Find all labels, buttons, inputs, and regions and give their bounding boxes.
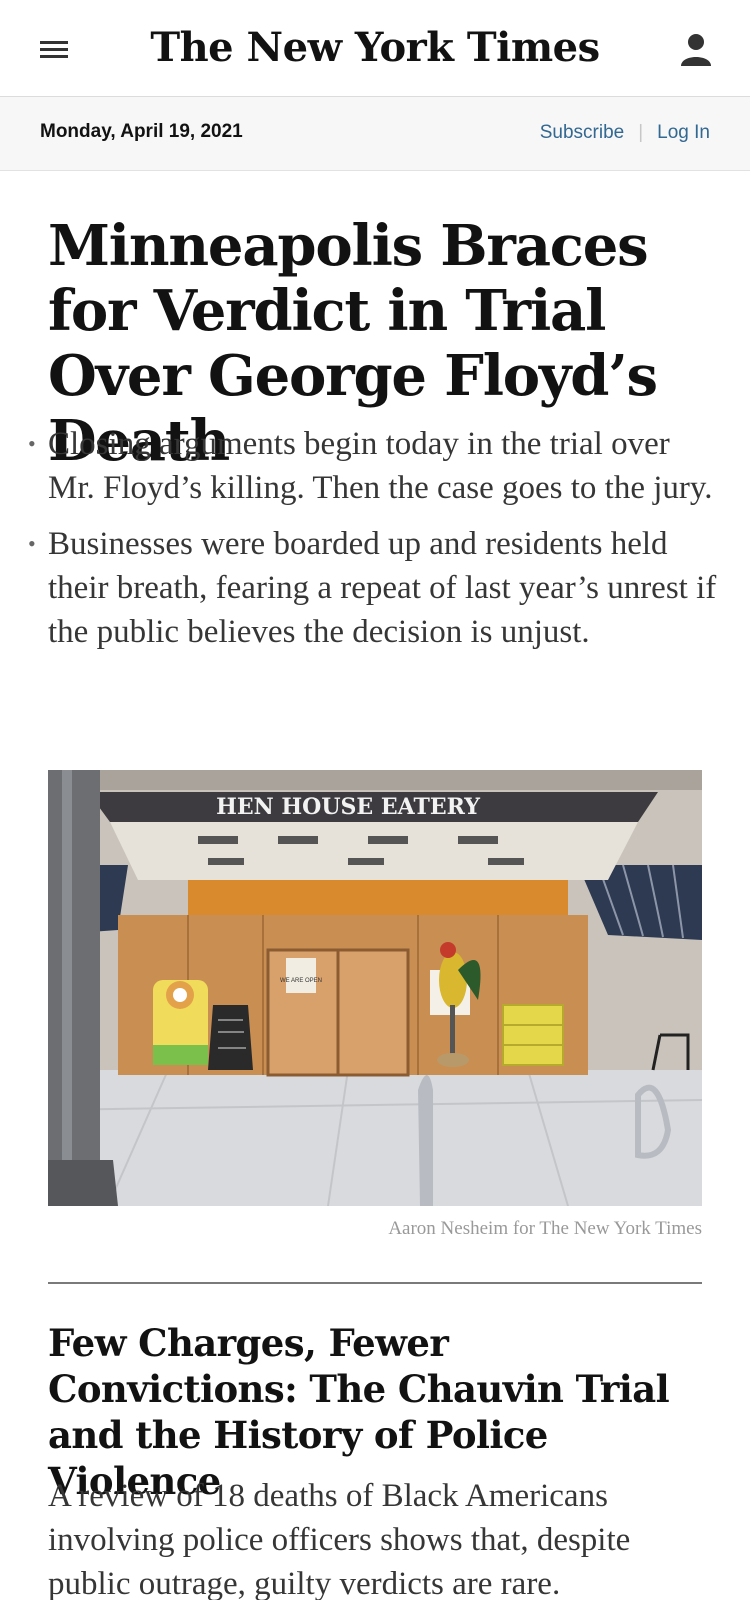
bullet-dot: • (28, 431, 36, 456)
link-separator: | (638, 122, 644, 143)
account-links: Subscribe | Log In (540, 122, 710, 144)
masthead: The New York Times (0, 0, 750, 97)
summary-bullet: • Closing arguments begin today in the tr… (28, 422, 718, 510)
subscribe-link[interactable]: Subscribe (540, 122, 625, 143)
door-sign: WE ARE OPEN (280, 978, 322, 984)
nyt-logo[interactable]: The New York Times (0, 22, 750, 74)
summary-bullet: • Businesses were boarded up and resident… (28, 522, 718, 654)
summary-bullet-text: Businesses were boarded up and residents… (48, 526, 717, 650)
date-bar: Monday, April 19, 2021 Subscribe | Log In (0, 97, 750, 171)
lead-photo[interactable]: HEN HOUSE EATERY WE ARE OPEN (48, 770, 702, 1206)
current-date: Monday, April 19, 2021 (40, 121, 243, 142)
story-divider (48, 1282, 702, 1284)
photo-credit: Aaron Nesheim for The New York Times (388, 1218, 702, 1239)
lead-summary-list: • Closing arguments begin today in the tr… (28, 422, 718, 666)
eatery-sign: HEN HOUSE EATERY (216, 794, 480, 820)
bullet-dot: • (28, 531, 36, 556)
login-link[interactable]: Log In (657, 122, 710, 143)
user-account-icon[interactable] (676, 30, 716, 70)
second-summary: A review of 18 deaths of Black Americans… (48, 1478, 631, 1600)
summary-bullet-text: Closing arguments begin today in the tri… (48, 426, 713, 506)
